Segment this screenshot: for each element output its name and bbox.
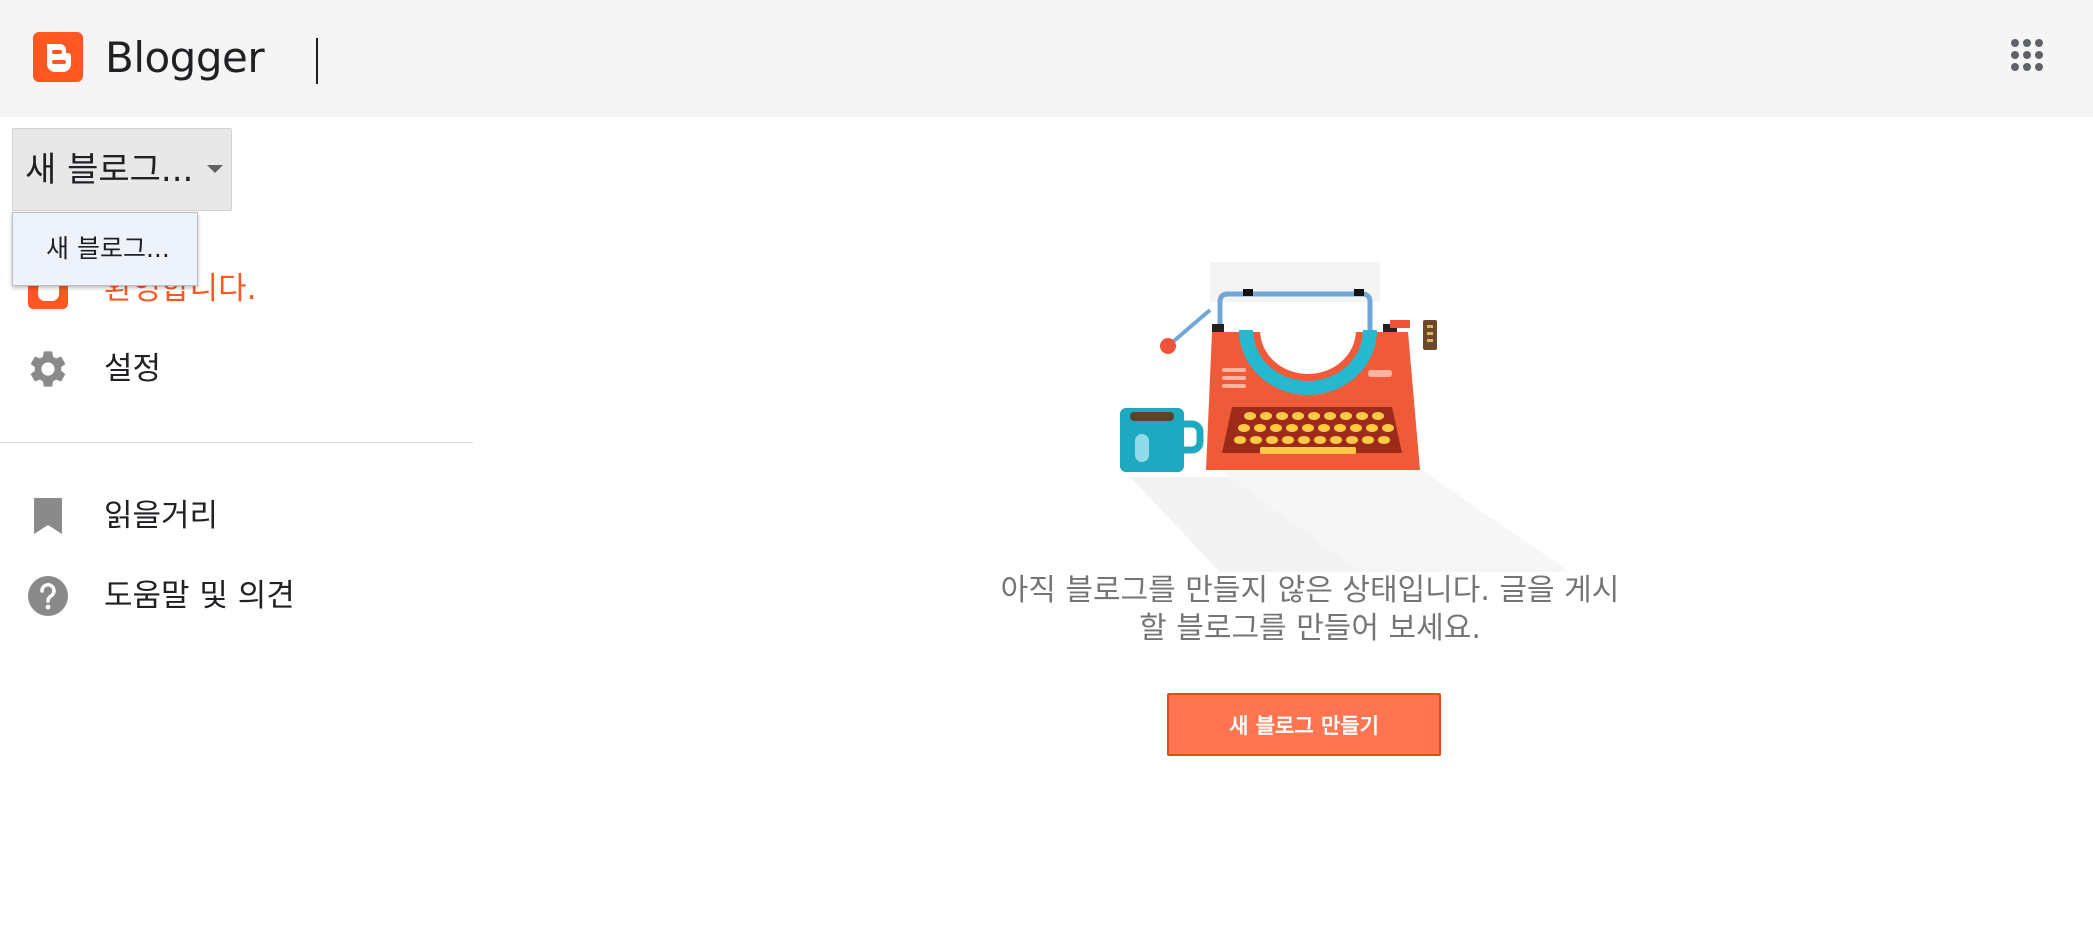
blogger-logo-icon[interactable] bbox=[33, 32, 83, 82]
sidebar-item-label: 도움말 및 의견 bbox=[104, 578, 295, 614]
sidebar-item-help[interactable]: 도움말 및 의견 bbox=[0, 564, 470, 624]
blog-selector-dropdown[interactable]: 새 블로그... bbox=[12, 128, 232, 211]
gear-icon bbox=[26, 347, 70, 391]
empty-state-message: 아직 블로그를 만들지 않은 상태입니다. 글을 게시 할 블로그를 만들어 보… bbox=[990, 572, 1630, 648]
sidebar-item-label: 설정 bbox=[104, 351, 162, 387]
help-icon bbox=[26, 574, 70, 618]
sidebar-item-settings[interactable]: 설정 bbox=[0, 337, 470, 397]
app-title[interactable]: Blogger bbox=[105, 30, 265, 86]
sidebar-divider bbox=[0, 442, 473, 443]
empty-state-line-1: 아직 블로그를 만들지 않은 상태입니다. 글을 게시 bbox=[1000, 573, 1620, 608]
top-bar: Blogger bbox=[0, 0, 2093, 117]
typewriter-illustration bbox=[1100, 262, 1580, 572]
header-divider bbox=[316, 38, 318, 84]
create-blog-button[interactable]: 새 블로그 만들기 bbox=[1167, 693, 1441, 756]
sidebar-item-reading-list[interactable]: 읽을거리 bbox=[0, 484, 470, 544]
blog-selector-menu: 새 블로그... bbox=[12, 212, 198, 286]
apps-grid-icon[interactable] bbox=[2010, 38, 2044, 72]
chevron-down-icon bbox=[207, 165, 223, 173]
empty-state-line-2: 할 블로그를 만들어 보세요. bbox=[1139, 611, 1481, 646]
dropdown-option[interactable]: 새 블로그... bbox=[46, 233, 170, 265]
blog-selector-value: 새 블로그... bbox=[25, 150, 194, 190]
sidebar-item-label: 읽을거리 bbox=[104, 498, 219, 534]
bookmark-icon bbox=[26, 494, 70, 538]
